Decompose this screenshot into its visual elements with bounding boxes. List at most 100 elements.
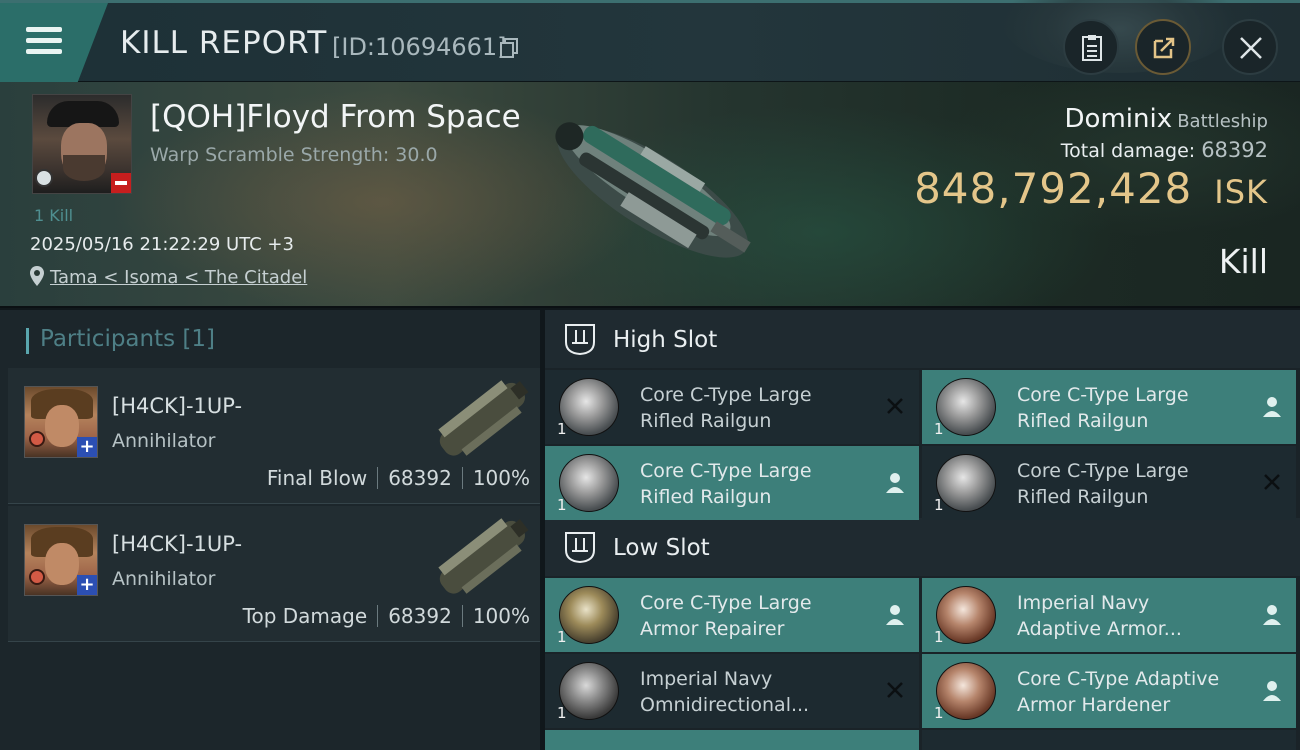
ship-class: Battleship (1177, 111, 1268, 132)
avatar[interactable]: + (24, 386, 98, 458)
plus-icon: + (77, 437, 97, 457)
ship-name[interactable]: Dominix (1065, 104, 1173, 134)
close-button[interactable] (1222, 19, 1278, 75)
module-name: Core C-Type Large Armor Repairer (640, 592, 812, 640)
share-icon (1153, 37, 1175, 59)
low-slot-label: Low Slot (613, 535, 710, 561)
victim-banner: [QOH]Floyd From Space Warp Scramble Stre… (0, 82, 1300, 308)
corp-logo-icon (35, 169, 53, 187)
module-quantity: 1 (934, 420, 944, 438)
module-name: Core C-Type Large Rifled Railgun (1017, 460, 1189, 508)
participant-stats: Final Blow 68392 100% (267, 466, 530, 490)
participant-role: Final Blow (266, 466, 368, 490)
module-name: Core C-Type Large Rifled Railgun (640, 460, 812, 508)
total-damage-label: Total damage: (1060, 140, 1196, 162)
victim-name[interactable]: [QOH]Floyd From Space (150, 99, 521, 135)
module-quantity: 1 (934, 496, 944, 514)
top-bar: KILL REPORT [ID:10694661] (0, 0, 1300, 82)
module-high-2[interactable]: 1 Core C-Type Large Rifled Railgun (922, 370, 1296, 444)
menu-icon[interactable] (0, 3, 108, 82)
participants-heading: Participants [1] (26, 326, 215, 354)
armor-repairer-icon (559, 586, 619, 644)
participant-damage: 68392 (388, 466, 452, 490)
module-low-2[interactable]: 1 Imperial Navy Adaptive Armor... (922, 578, 1296, 652)
destroyed-icon (887, 398, 903, 414)
module-quantity: 1 (557, 496, 567, 514)
module-quantity: 1 (557, 420, 567, 438)
location-pin-icon (30, 266, 44, 286)
kill-type: Kill (1218, 242, 1268, 281)
participants-panel: Participants [1] + [H4CK]-1UP- Annihilat… (0, 310, 540, 750)
hostile-standing-icon (111, 173, 131, 193)
planet-backdrop (1000, 0, 1240, 73)
participant-damage-percent: 100% (472, 604, 530, 628)
participant-damage: 68392 (388, 604, 452, 628)
participant-name: [H4CK]-1UP- (112, 394, 243, 418)
fitting-panel: High Slot Low Slot 1 Core C-Type Large R… (545, 310, 1300, 750)
share-button[interactable] (1135, 19, 1191, 75)
isk-amount: 848,792,428 (914, 164, 1193, 213)
victim-portrait[interactable] (32, 94, 132, 194)
module-high-3[interactable]: 1 Core C-Type Large Rifled Railgun (545, 446, 919, 520)
isk-unit: ISK (1214, 173, 1268, 211)
armor-hardener-icon (936, 662, 996, 720)
module-name: Core C-Type Large Rifled Railgun (1017, 384, 1189, 432)
module-name: Core C-Type Large Rifled Railgun (640, 384, 812, 432)
isk-value: 848,792,428 ISK (914, 164, 1268, 213)
copy-icon[interactable] (500, 38, 518, 58)
destroyed-icon (1264, 474, 1280, 490)
high-slot-header: High Slot (545, 310, 1300, 368)
module-low-3[interactable]: 1 Imperial Navy Omnidirectional... (545, 654, 919, 728)
module-low-6-partial[interactable] (922, 730, 1296, 750)
avatar[interactable]: + (24, 524, 98, 596)
module-name: Imperial Navy Adaptive Armor... (1017, 592, 1182, 640)
kill-count: 1 Kill (34, 206, 74, 225)
location-link[interactable]: Tama < Isoma < The Citadel (50, 267, 307, 288)
participant-stats: Top Damage 68392 100% (243, 604, 530, 628)
participant-row[interactable]: + [H4CK]-1UP- Annihilator Final Blow 6839… (8, 368, 540, 504)
participant-row[interactable]: + [H4CK]-1UP- Annihilator Top Damage 6839… (8, 506, 540, 642)
total-damage-value: 68392 (1201, 138, 1268, 162)
participant-name: [H4CK]-1UP- (112, 532, 243, 556)
total-damage: Total damage: 68392 (914, 138, 1268, 162)
victim-ship-image[interactable] (530, 96, 770, 301)
dropped-user-icon (1263, 681, 1281, 701)
participant-ship: Annihilator (112, 568, 216, 590)
participant-ship-image (438, 380, 529, 456)
kill-location[interactable]: Tama < Isoma < The Citadel (30, 266, 307, 288)
module-high-4[interactable]: 1 Core C-Type Large Rifled Railgun (922, 446, 1296, 520)
railgun-icon (559, 378, 619, 436)
ship-info: Dominix Battleship Total damage: 68392 84… (914, 104, 1268, 213)
module-low-4[interactable]: 1 Core C-Type Adaptive Armor Hardener (922, 654, 1296, 728)
high-slot-icon (565, 324, 595, 356)
dropped-user-icon (1263, 397, 1281, 417)
corp-logo-icon (29, 431, 45, 447)
participant-ship-image (438, 518, 529, 594)
module-quantity: 1 (557, 704, 567, 722)
low-slot-header: Low Slot (545, 518, 1300, 576)
high-slot-label: High Slot (613, 327, 718, 353)
warp-scramble-strength: Warp Scramble Strength: 30.0 (150, 144, 438, 166)
module-high-1[interactable]: 1 Core C-Type Large Rifled Railgun (545, 370, 919, 444)
armor-hardener-icon (936, 586, 996, 644)
clipboard-button[interactable] (1063, 19, 1119, 75)
participant-role: Top Damage (242, 604, 368, 628)
low-slot-icon (565, 532, 595, 564)
damage-control-icon (559, 662, 619, 720)
clipboard-icon (1082, 35, 1102, 61)
module-low-5-partial[interactable] (545, 730, 919, 750)
dropped-user-icon (886, 473, 904, 493)
module-quantity: 1 (557, 628, 567, 646)
page-title: KILL REPORT (120, 25, 328, 61)
module-name: Core C-Type Adaptive Armor Hardener (1017, 668, 1220, 716)
module-low-1[interactable]: 1 Core C-Type Large Armor Repairer (545, 578, 919, 652)
railgun-icon (559, 454, 619, 512)
module-quantity: 1 (934, 704, 944, 722)
dropped-user-icon (886, 605, 904, 625)
kill-datetime: 2025/05/16 21:22:29 UTC +3 (30, 234, 294, 255)
plus-icon: + (77, 575, 97, 595)
close-icon (1240, 37, 1262, 59)
railgun-icon (936, 454, 996, 512)
dropped-user-icon (1263, 605, 1281, 625)
report-id: [ID:10694661] (332, 33, 507, 61)
